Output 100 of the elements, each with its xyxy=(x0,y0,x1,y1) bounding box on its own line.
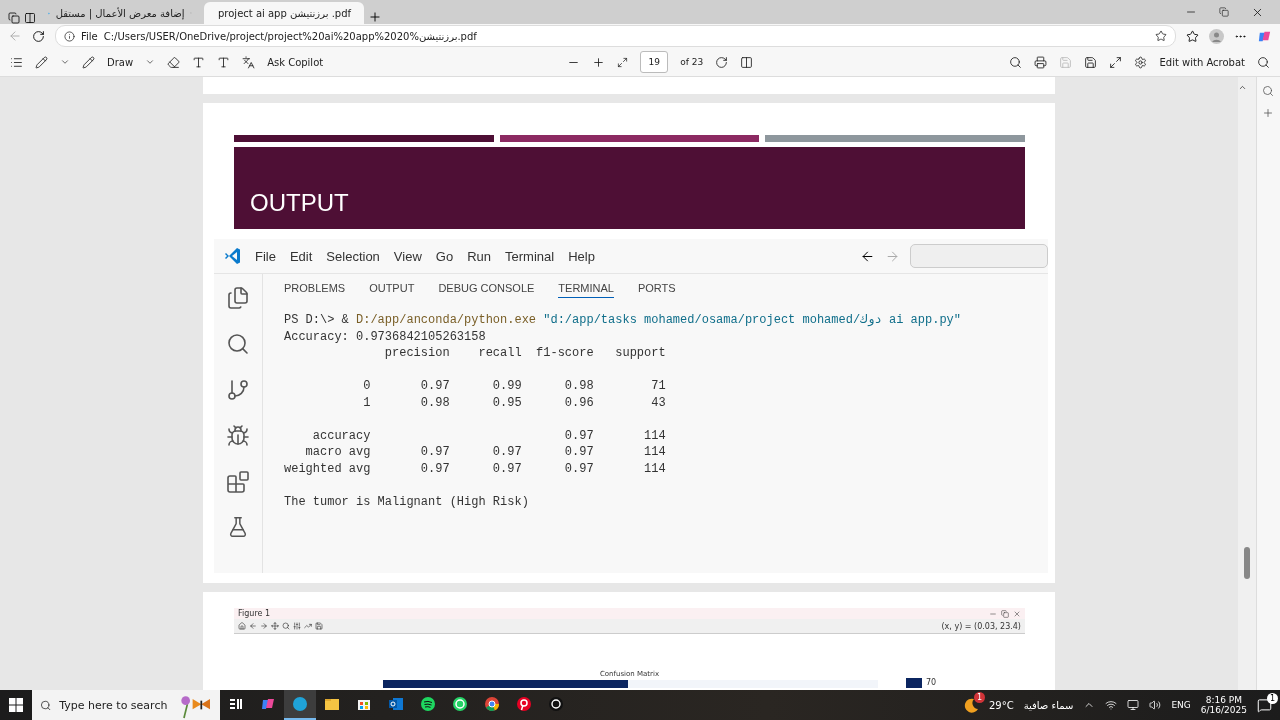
flask-icon[interactable] xyxy=(227,516,249,538)
command-center-field[interactable] xyxy=(910,244,1048,268)
menu-item[interactable]: File xyxy=(248,248,283,264)
draw-icon[interactable] xyxy=(82,55,95,69)
rotate-icon[interactable] xyxy=(715,55,729,69)
weather-moon-icon[interactable] xyxy=(962,697,979,713)
display-icon[interactable] xyxy=(1127,699,1140,711)
save-as-icon[interactable] xyxy=(1084,55,1098,69)
panel-tab[interactable]: OUTPUT xyxy=(369,282,415,298)
edit-with-acrobat-button[interactable]: Edit with Acrobat xyxy=(1159,56,1245,68)
search-icon[interactable] xyxy=(1257,55,1270,69)
fit-page-icon[interactable] xyxy=(617,56,629,68)
terminal-line: weighted avg 0.97 0.97 0.97 114 xyxy=(284,460,667,477)
page-view-icon[interactable] xyxy=(740,55,754,69)
folder-icon[interactable] xyxy=(324,696,340,712)
menu-item[interactable]: Help xyxy=(561,248,602,264)
file-label: File xyxy=(81,30,98,42)
terminal-line: 1 0.98 0.95 0.96 43 xyxy=(362,394,667,411)
windows-logo-icon[interactable] xyxy=(9,698,23,712)
new-tab-icon[interactable] xyxy=(368,10,382,24)
panel-tab[interactable]: DEBUG CONSOLE xyxy=(438,282,535,298)
taskbar-search-field[interactable]: Type here to search xyxy=(57,697,172,713)
ask-copilot-button[interactable]: Ask Copilot xyxy=(267,56,324,68)
translate-icon[interactable] xyxy=(242,55,256,69)
edge-icon[interactable] xyxy=(292,696,308,712)
extensions-icon[interactable] xyxy=(226,470,250,494)
volume-icon[interactable] xyxy=(1149,699,1162,711)
settings-icon[interactable] xyxy=(1134,55,1148,69)
eraser-icon[interactable] xyxy=(167,55,181,69)
scroll-thumb[interactable] xyxy=(1244,547,1250,579)
chrome-icon[interactable] xyxy=(484,696,500,712)
chatgpt-icon[interactable] xyxy=(548,696,564,712)
draw-button[interactable]: Draw xyxy=(107,56,134,68)
figure-title: Figure 1 xyxy=(238,609,271,618)
menu-item[interactable]: Run xyxy=(460,248,498,264)
menu-item[interactable]: Go xyxy=(428,248,461,264)
menu-item[interactable]: Selection xyxy=(319,248,387,264)
zoom-icon[interactable] xyxy=(282,622,290,630)
browser-tab[interactable]: project ai app برزنتيشن .pdf xyxy=(204,2,364,24)
caret-icon[interactable] xyxy=(60,57,70,67)
line-icon[interactable] xyxy=(304,622,312,630)
adjust-icon[interactable] xyxy=(293,622,301,630)
scrollbar[interactable] xyxy=(1238,77,1256,690)
zoom-in-icon[interactable] xyxy=(592,55,606,69)
profile-avatar-icon[interactable] xyxy=(1209,28,1224,44)
network-icon[interactable] xyxy=(1105,699,1118,711)
task-view-icon[interactable] xyxy=(228,696,244,712)
whatsapp-icon[interactable] xyxy=(452,696,468,712)
panel-tab[interactable]: TERMINAL xyxy=(558,282,614,298)
clock[interactable]: 8:16 PM 6/16/2025 xyxy=(1200,695,1247,715)
vscode-logo-icon xyxy=(224,247,242,265)
weather-condition[interactable]: سماء صافية xyxy=(1023,699,1074,711)
panel-tab[interactable]: PROBLEMS xyxy=(284,282,346,298)
workspaces-icon[interactable] xyxy=(8,12,20,24)
colorbar-tick: 70 xyxy=(925,678,937,687)
favorite-star-icon[interactable] xyxy=(1155,30,1167,42)
notification-count: 1 xyxy=(1267,692,1278,704)
terminal-line: macro avg 0.97 0.97 0.97 114 xyxy=(304,444,667,461)
page-number-field[interactable]: 19 xyxy=(640,51,669,73)
notifications-icon[interactable] xyxy=(1257,697,1272,713)
caret-icon[interactable] xyxy=(145,57,156,67)
copilot-icon[interactable] xyxy=(260,696,276,712)
menu-item[interactable]: Edit xyxy=(282,248,320,264)
print-icon[interactable] xyxy=(1034,55,1048,69)
search-icon[interactable] xyxy=(1009,55,1023,69)
text-box-icon[interactable] xyxy=(192,55,206,69)
explorer-icon[interactable] xyxy=(226,286,250,310)
search-icon xyxy=(40,698,52,712)
page-count: of 23 xyxy=(680,57,704,67)
contents-icon[interactable] xyxy=(10,55,23,69)
refresh-icon[interactable] xyxy=(32,29,45,43)
fullscreen-icon[interactable] xyxy=(1109,55,1123,69)
add-icon[interactable] xyxy=(1262,107,1275,119)
favorites-icon[interactable] xyxy=(1186,29,1199,43)
restore-icon[interactable] xyxy=(1219,7,1229,17)
pan-icon[interactable] xyxy=(271,622,279,630)
run-debug-icon[interactable] xyxy=(226,424,250,448)
pinterest-icon[interactable] xyxy=(516,696,532,712)
taskbar-search-box[interactable]: Type here to search xyxy=(32,690,220,720)
outlook-icon[interactable] xyxy=(388,696,404,712)
search-icon[interactable] xyxy=(226,332,250,356)
source-control-icon[interactable] xyxy=(226,378,250,402)
scroll-up-icon[interactable] xyxy=(1238,83,1247,92)
panel-tab[interactable]: PORTS xyxy=(637,282,676,298)
terminal-line: 0 0.97 0.99 0.98 71 xyxy=(362,378,667,395)
menu-item[interactable]: View xyxy=(386,248,429,264)
save-icon[interactable] xyxy=(315,622,323,630)
terminal-line: Accuracy: 0.9736842105263158 xyxy=(284,328,487,345)
back-icon[interactable] xyxy=(860,248,875,264)
weather-alert-badge: 1 xyxy=(973,692,985,703)
spotify-icon[interactable] xyxy=(420,696,436,712)
info-icon xyxy=(64,30,75,42)
language-indicator[interactable]: ENG xyxy=(1171,700,1191,710)
browser-tab[interactable]: إضافة معرض الأعمال | مستقل xyxy=(40,2,200,24)
weather-temperature[interactable]: 29°C xyxy=(988,699,1014,711)
tab-actions-icon[interactable] xyxy=(24,12,36,24)
home-icon[interactable] xyxy=(238,622,246,630)
menu-item[interactable]: Terminal xyxy=(498,248,562,264)
terminal-line: accuracy 0.97 114 xyxy=(311,427,667,444)
forward-icon[interactable] xyxy=(260,622,268,630)
